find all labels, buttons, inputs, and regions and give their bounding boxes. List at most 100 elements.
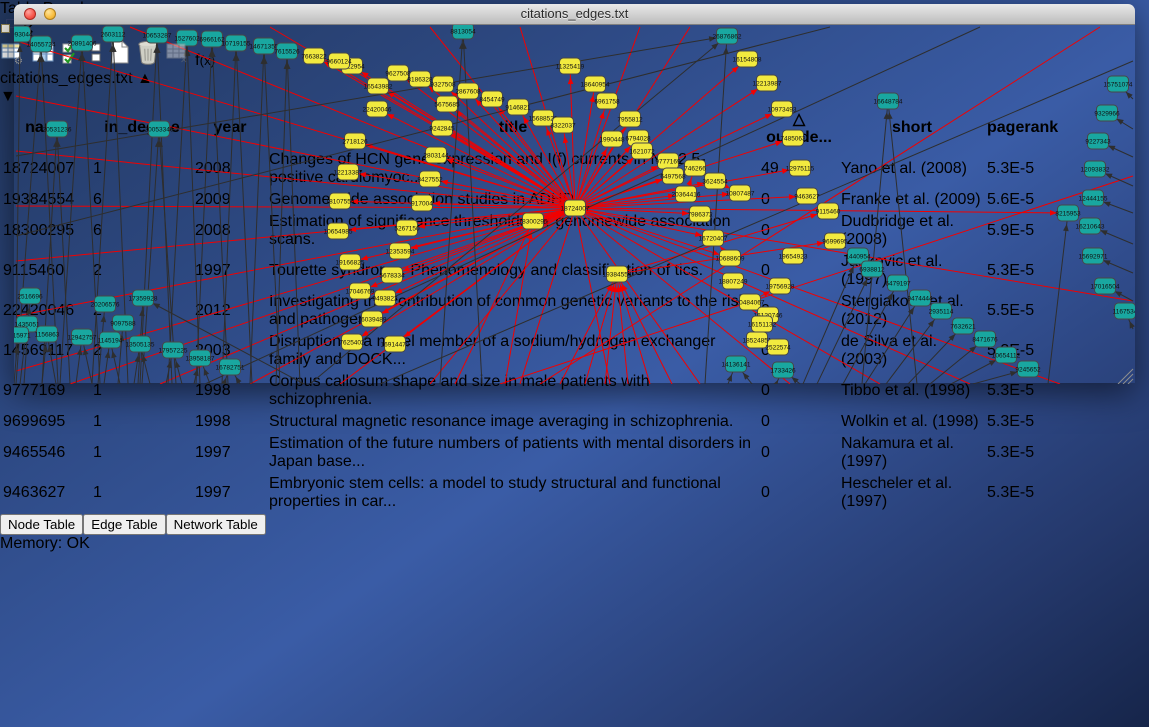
network-node[interactable]: 17016504 — [1091, 278, 1120, 294]
network-node[interactable]: 16210643 — [1076, 218, 1105, 234]
network-node[interactable]: 7625402 — [339, 334, 365, 350]
network-node[interactable]: 2803144 — [423, 147, 449, 163]
table-cell[interactable]: 0 — [760, 412, 838, 432]
network-node[interactable]: 12353594 — [386, 243, 415, 259]
network-node[interactable]: 16914479 — [381, 336, 410, 352]
network-node[interactable]: 8215953 — [1055, 205, 1081, 221]
network-node[interactable]: 26876862 — [713, 28, 742, 44]
network-node[interactable]: 18807249 — [719, 273, 748, 289]
network-node[interactable]: 16543982 — [364, 78, 393, 94]
table-cell[interactable]: 9465546 — [2, 434, 90, 472]
network-node[interactable]: 18107554 — [326, 193, 355, 209]
network-node[interactable]: 5267150 — [394, 220, 420, 236]
network-node[interactable]: 13505135 — [126, 336, 155, 352]
network-node[interactable]: 2603112 — [101, 26, 126, 42]
network-node[interactable]: 9660124 — [326, 53, 352, 69]
network-node[interactable]: 19384554 — [603, 266, 632, 282]
table-cell[interactable]: 1997 — [194, 474, 266, 512]
network-node[interactable]: 13958187 — [186, 350, 215, 366]
network-node[interactable]: 12942757 — [68, 329, 97, 345]
close-window-button[interactable] — [24, 8, 36, 20]
network-node[interactable]: 7632621 — [950, 318, 976, 334]
zoom-window-button[interactable] — [64, 8, 76, 20]
tab-network-table[interactable]: Network Table — [166, 514, 266, 535]
network-node[interactable]: 9097588 — [110, 315, 136, 331]
network-node[interactable]: 10688609 — [716, 250, 745, 266]
network-node[interactable]: 12093832 — [1081, 161, 1110, 177]
tab-node-table[interactable]: Node Table — [0, 514, 83, 535]
network-node[interactable]: 22420046 — [363, 101, 392, 117]
table-row[interactable]: 946554611997Estimation of the future num… — [2, 434, 1059, 472]
network-node[interactable]: 9699695 — [822, 233, 848, 249]
table-cell[interactable]: 9463627 — [2, 474, 90, 512]
network-node[interactable]: 10719155 — [222, 35, 251, 51]
network-node[interactable]: 3624554 — [702, 173, 728, 189]
network-node[interactable]: 12975115 — [786, 160, 815, 176]
network-node[interactable]: 8427552 — [417, 171, 443, 187]
network-node[interactable]: 9329966 — [1094, 105, 1120, 121]
table-cell[interactable]: Structural magnetic resonance image aver… — [268, 412, 758, 432]
table-cell[interactable]: Wolkin et al. (1998) — [840, 412, 984, 432]
network-node[interactable]: 15751074 — [1104, 76, 1133, 92]
network-node[interactable]: 9463627 — [794, 188, 820, 204]
network-node[interactable]: 16154808 — [733, 51, 762, 67]
network-node[interactable]: 9115460 — [816, 203, 841, 219]
table-row[interactable]: 969969511998Structural magnetic resonanc… — [2, 412, 1059, 432]
network-node[interactable]: 10654112 — [992, 347, 1021, 363]
table-cell[interactable]: 5.3E-5 — [986, 434, 1059, 472]
network-node[interactable]: 12444155 — [1079, 190, 1108, 206]
table-cell[interactable]: Hescheler et al. (1997) — [840, 474, 984, 512]
network-node[interactable]: 5678334 — [379, 267, 405, 283]
network-node[interactable]: 7615526 — [274, 43, 300, 59]
network-node[interactable]: 8322037 — [550, 117, 576, 133]
network-node[interactable]: 8454749 — [479, 91, 505, 107]
network-node[interactable]: 12213387 — [334, 164, 363, 180]
network-node[interactable]: 19654923 — [779, 248, 808, 264]
network-node[interactable]: 17957225 — [159, 342, 188, 358]
network-node[interactable]: 917004 — [411, 195, 433, 211]
table-cell[interactable]: 0 — [760, 474, 838, 512]
network-node[interactable]: 9474444 — [907, 290, 933, 306]
table-cell[interactable]: 1997 — [194, 434, 266, 472]
network-node[interactable]: 3915971 — [14, 327, 31, 343]
table-cell[interactable]: 0 — [760, 434, 838, 472]
network-node[interactable]: 2522574 — [765, 339, 791, 355]
network-node[interactable]: 9227343 — [1085, 133, 1111, 149]
network-node[interactable]: 20364416 — [672, 186, 701, 202]
network-node[interactable]: 20891406 — [68, 35, 97, 51]
table-cell[interactable]: 1 — [92, 474, 192, 512]
network-node[interactable]: 19166825 — [336, 254, 365, 270]
table-cell[interactable]: 5.3E-5 — [986, 412, 1059, 432]
network-node[interactable]: 19756928 — [766, 278, 795, 294]
network-node[interactable]: 7663822 — [301, 48, 327, 64]
network-node[interactable]: 20206576 — [91, 296, 120, 312]
table-row[interactable]: 946362711997Embryonic stem cells: a mode… — [2, 474, 1059, 512]
network-node[interactable]: 15692971 — [1079, 248, 1108, 264]
network-node[interactable]: 2718126 — [342, 133, 368, 149]
network-node[interactable]: 1156863 — [35, 326, 60, 342]
network-node[interactable]: 1621072 — [629, 143, 655, 159]
tab-edge-table[interactable]: Edge Table — [83, 514, 165, 535]
network-node[interactable]: 10654985 — [324, 223, 353, 239]
network-node[interactable]: 16782751 — [216, 359, 245, 375]
table-cell[interactable]: Estimation of the future numbers of pati… — [268, 434, 758, 472]
network-node[interactable]: 7955812 — [617, 111, 643, 127]
network-node[interactable]: 1733426 — [770, 362, 796, 378]
table-cell[interactable]: 1998 — [194, 412, 266, 432]
network-node[interactable]: 10807487 — [726, 185, 755, 201]
network-node[interactable]: 1167534 — [1113, 303, 1135, 319]
window-titlebar[interactable]: citations_edges.txt — [14, 4, 1135, 25]
table-cell[interactable]: 1 — [92, 434, 192, 472]
network-node[interactable]: 18724007 — [561, 200, 590, 216]
network-node[interactable]: 9146821 — [505, 99, 531, 115]
network-node[interactable]: 16039489 — [358, 311, 387, 327]
network-node[interactable]: 6479197 — [885, 275, 911, 291]
network-node[interactable]: 17046769 — [346, 283, 375, 299]
network-node[interactable]: 6497568 — [660, 168, 686, 184]
network-node[interactable]: 9493822 — [372, 290, 398, 306]
table-cell[interactable]: 1 — [92, 412, 192, 432]
network-node[interactable]: 18640954 — [581, 76, 610, 92]
network-node[interactable]: 9777169 — [655, 153, 681, 169]
network-node[interactable]: 17359928 — [129, 290, 158, 306]
table-cell[interactable]: 5.3E-5 — [986, 474, 1059, 512]
